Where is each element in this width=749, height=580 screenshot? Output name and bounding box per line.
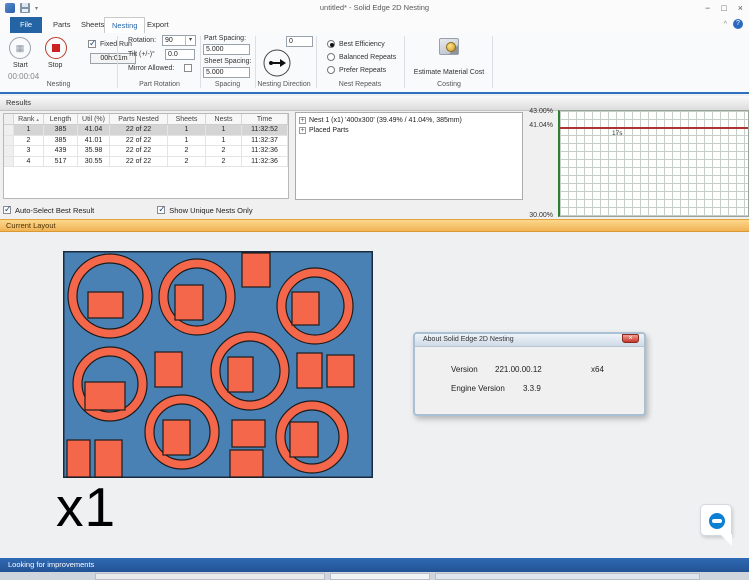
close-button[interactable]: × bbox=[738, 1, 743, 15]
sheet-spacing-field[interactable]: 5.000 bbox=[203, 67, 250, 78]
spacing-group-label: Spacing bbox=[200, 81, 255, 88]
part-rotation-group-label: Part Rotation bbox=[119, 81, 200, 88]
chart-annotation: 17s bbox=[612, 130, 622, 137]
version-value: 221.00.00.12 bbox=[495, 365, 542, 374]
sheet-spacing-label: Sheet Spacing: bbox=[204, 58, 251, 65]
results-chart-grid: 17s bbox=[558, 110, 749, 217]
nesting-group-label: Nesting bbox=[0, 81, 117, 88]
prefer-repeats-radio[interactable] bbox=[327, 66, 335, 74]
chart-tick-mid: 41.04% bbox=[529, 122, 553, 129]
teamviewer-icon bbox=[709, 513, 725, 529]
best-efficiency-radio[interactable] bbox=[327, 40, 335, 48]
expand-icon[interactable]: + bbox=[299, 127, 306, 134]
tilt-field[interactable]: 0.0 bbox=[165, 49, 195, 60]
rotation-label: Rotation: bbox=[128, 37, 156, 44]
rotation-dropdown-icon[interactable]: ▾ bbox=[185, 36, 195, 45]
chat-bubble[interactable] bbox=[700, 504, 732, 536]
chart-best-line bbox=[560, 127, 748, 129]
engine-version-value: 3.3.9 bbox=[523, 384, 541, 393]
expand-icon[interactable]: + bbox=[299, 117, 306, 124]
results-table: Rank ▴ Length Util (%) Parts Nested Shee… bbox=[3, 113, 289, 199]
results-options: Auto-Select Best Result Show Unique Nest… bbox=[3, 203, 293, 217]
costing-group-label: Costing bbox=[406, 81, 492, 88]
window-title: untitled* - Solid Edge 2D Nesting bbox=[0, 3, 749, 12]
best-efficiency-label: Best Efficiency bbox=[339, 41, 385, 48]
results-panel: Results Rank ▴ Length Util (%) Parts Nes… bbox=[0, 96, 749, 219]
about-close-button[interactable]: × bbox=[622, 334, 639, 343]
stop-square-icon bbox=[52, 44, 60, 52]
start-grid-icon: ▦ bbox=[16, 43, 25, 54]
ribbon-nesting: ▦ Start Stop 00:00:04 Fixed Run 00h:01m … bbox=[0, 33, 749, 94]
estimate-material-cost-icon[interactable] bbox=[439, 38, 459, 55]
table-row[interactable]: 343935.9822 of 222211:32:36 bbox=[4, 146, 288, 157]
start-button[interactable]: ▦ bbox=[9, 37, 31, 59]
part-spacing-field[interactable]: 5.000 bbox=[203, 44, 250, 55]
tree-item-nest1[interactable]: + Nest 1 (x1) '400x300' (39.49% / 41.04%… bbox=[299, 115, 519, 125]
balanced-repeats-radio[interactable] bbox=[327, 53, 335, 61]
tab-export[interactable]: Export bbox=[140, 17, 176, 33]
table-row[interactable]: 238541.0122 of 221111:32:37 bbox=[4, 136, 288, 147]
nest-sheet-svg[interactable] bbox=[63, 251, 373, 478]
stop-label: Stop bbox=[48, 62, 62, 69]
tab-parts[interactable]: Parts bbox=[46, 17, 78, 33]
unique-nests-checkbox[interactable] bbox=[157, 206, 165, 214]
about-dialog-titlebar[interactable]: About Solid Edge 2D Nesting × bbox=[415, 334, 644, 347]
table-row[interactable]: 138541.0422 of 221111:32:52 bbox=[4, 125, 288, 136]
title-bar: ▾ untitled* - Solid Edge 2D Nesting − □ … bbox=[0, 0, 749, 17]
tilt-label: Tilt (+/-)° bbox=[128, 51, 155, 58]
minimize-button[interactable]: − bbox=[705, 1, 710, 15]
arch-value: x64 bbox=[591, 365, 604, 374]
auto-select-option[interactable]: Auto-Select Best Result bbox=[3, 206, 94, 215]
results-table-header: Rank ▴ Length Util (%) Parts Nested Shee… bbox=[4, 114, 288, 125]
prefer-repeats-label: Prefer Repeats bbox=[339, 67, 386, 74]
rotation-dropdown[interactable]: 90 ▾ bbox=[162, 35, 196, 46]
start-label: Start bbox=[13, 62, 28, 69]
nesting-direction-group-label: Nesting Direction bbox=[252, 81, 316, 88]
help-icon[interactable]: ? bbox=[733, 19, 743, 29]
chart-y-axis-labels: 43.00% 41.04% 30.00% bbox=[520, 110, 555, 217]
estimate-material-cost-button[interactable]: Estimate Material Cost bbox=[406, 69, 492, 76]
results-header: Results bbox=[0, 96, 749, 111]
sort-asc-icon: ▴ bbox=[36, 117, 39, 123]
tree-item-placed-parts[interactable]: + Placed Parts bbox=[299, 125, 519, 135]
ribbon-tab-bar: File Parts Sheets Nesting Export ^ ? bbox=[0, 17, 749, 33]
sheet-quantity-label: x1 bbox=[56, 475, 116, 539]
about-dialog: About Solid Edge 2D Nesting × Version 22… bbox=[413, 332, 646, 416]
fixed-run-checkbox[interactable] bbox=[88, 40, 96, 48]
layout-canvas: x1 About Solid Edge 2D Nesting × Version… bbox=[0, 232, 749, 558]
stop-button[interactable] bbox=[45, 37, 67, 59]
elapsed-time: 00:00:04 bbox=[8, 72, 39, 81]
status-text: Looking for improvements bbox=[8, 560, 94, 569]
unique-nests-option[interactable]: Show Unique Nests Only bbox=[157, 206, 252, 215]
auto-select-checkbox[interactable] bbox=[3, 206, 11, 214]
current-layout-header: Current Layout bbox=[0, 219, 749, 232]
table-row[interactable]: 451730.5522 of 222211:32:36 bbox=[4, 157, 288, 168]
taskbar-sliver[interactable] bbox=[0, 572, 749, 580]
chart-tick-bottom: 30.00% bbox=[529, 212, 553, 219]
about-dialog-title: About Solid Edge 2D Nesting bbox=[423, 336, 514, 343]
direction-angle-field[interactable]: 0 bbox=[286, 36, 313, 47]
chart-tick-top: 43.00% bbox=[529, 108, 553, 115]
part-spacing-label: Part Spacing: bbox=[204, 35, 246, 42]
tab-file[interactable]: File bbox=[10, 17, 42, 33]
status-bar: Looking for improvements bbox=[0, 558, 749, 572]
restore-button[interactable]: □ bbox=[721, 1, 726, 15]
nest-tree: + Nest 1 (x1) '400x300' (39.49% / 41.04%… bbox=[295, 112, 523, 200]
mirror-checkbox[interactable] bbox=[184, 64, 192, 72]
nesting-direction-icon[interactable] bbox=[262, 48, 292, 78]
balanced-repeats-label: Balanced Repeats bbox=[339, 54, 396, 61]
nest-repeats-group-label: Nest Repeats bbox=[316, 81, 404, 88]
mirror-label: Mirror Allowed: bbox=[128, 65, 174, 72]
engine-version-label: Engine Version bbox=[451, 384, 505, 393]
collapse-ribbon-icon[interactable]: ^ bbox=[724, 21, 727, 28]
version-label: Version bbox=[451, 365, 478, 374]
